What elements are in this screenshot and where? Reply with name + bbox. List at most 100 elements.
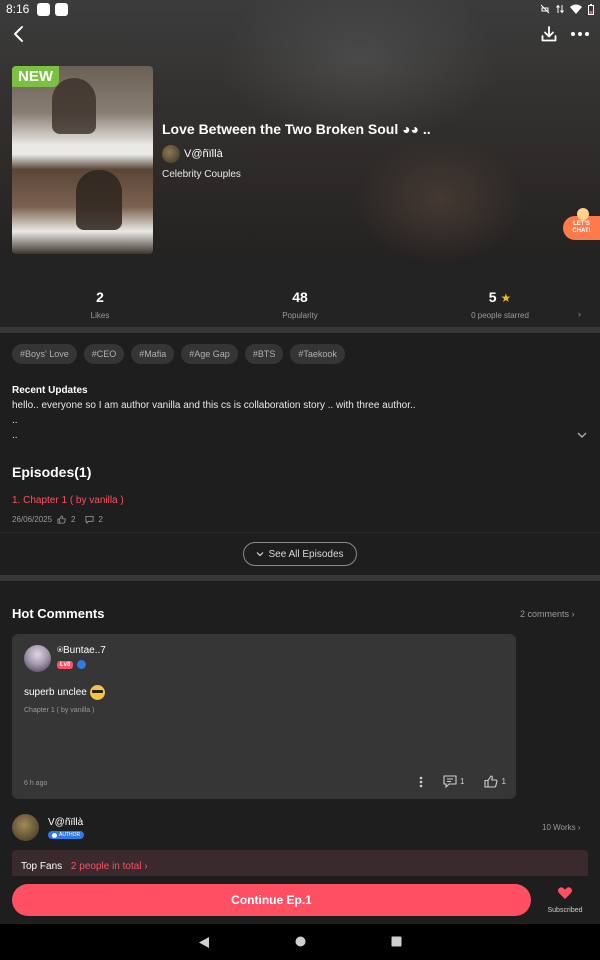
- popularity-label: Popularity: [282, 311, 318, 320]
- continue-reading-button[interactable]: Continue Ep.1: [12, 884, 531, 916]
- system-navigation-bar: [0, 924, 600, 960]
- like-icon: [57, 515, 66, 524]
- comment-text: superb unclee: [24, 685, 105, 700]
- bottom-action-bar: Continue Ep.1 Subscribed: [0, 876, 600, 924]
- like-count: 1: [501, 777, 506, 786]
- top-fans-label: Top Fans: [21, 861, 63, 872]
- author-badge: AUTHOR: [48, 831, 85, 839]
- comment-icon: [84, 515, 94, 524]
- status-bar: 8:16: [0, 0, 600, 18]
- chevron-right-icon[interactable]: ›: [578, 309, 581, 319]
- notification-icon: [37, 2, 51, 16]
- hot-comments-title: Hot Comments: [12, 606, 105, 621]
- level-badge: Lv8: [57, 660, 74, 669]
- author-avatar: [162, 145, 180, 163]
- new-badge: NEW: [12, 66, 59, 87]
- author-name: V@ñïllà: [184, 148, 223, 160]
- likes-value: 2: [96, 289, 104, 305]
- recent-updates-title: Recent Updates: [12, 385, 88, 396]
- author-badge-label: AUTHOR: [59, 832, 81, 838]
- chevron-right-icon: ›: [577, 823, 581, 832]
- top-fans-link-label: 2 people in total: [70, 861, 142, 872]
- download-icon[interactable]: [539, 24, 559, 44]
- wifi-icon: [570, 4, 582, 14]
- tag-chip[interactable]: #Age Gap: [181, 344, 238, 364]
- chat-mascot-icon: [577, 208, 589, 220]
- reply-button[interactable]: 1: [443, 775, 464, 788]
- episode-date: 26/06/2025: [12, 515, 53, 524]
- commenter-badges: Lv8: [57, 660, 87, 669]
- verified-icon: [52, 832, 57, 838]
- comment-chapter[interactable]: Chapter 1 ( by vanilla ): [24, 707, 94, 714]
- comments-count-label: 2 comments: [520, 609, 570, 619]
- commenter-name[interactable]: ⍟Buntae..7: [57, 645, 106, 656]
- see-all-label: See All Episodes: [268, 548, 344, 560]
- chat-label-line1: LET'S: [573, 221, 590, 227]
- rating-stat[interactable]: 5 ★ 0 people starred: [440, 289, 560, 320]
- like-button[interactable]: 1: [484, 775, 506, 788]
- header-toolbar: [0, 24, 600, 46]
- back-triangle-icon[interactable]: [198, 936, 210, 949]
- works-label: 10 Works: [542, 823, 576, 832]
- star-icon: ★: [500, 291, 512, 305]
- chevron-right-icon: ›: [571, 609, 575, 619]
- episodes-title: Episodes(1): [12, 464, 92, 480]
- reply-count: 1: [460, 777, 465, 786]
- system-icons: [540, 3, 594, 15]
- lets-chat-button[interactable]: LET'S CHAT!: [563, 208, 600, 240]
- story-category[interactable]: Celebrity Couples: [162, 169, 241, 180]
- commenter-avatar[interactable]: [24, 645, 51, 672]
- more-options-icon[interactable]: [569, 24, 591, 44]
- subscribe-button[interactable]: Subscribed: [542, 886, 588, 914]
- more-vertical-icon[interactable]: [419, 776, 423, 788]
- verified-icon: [77, 660, 87, 669]
- cover-image[interactable]: NEW: [12, 66, 153, 254]
- tag-chip[interactable]: #CEO: [83, 344, 125, 364]
- battery-icon: [588, 3, 594, 15]
- update-line: ..: [12, 415, 18, 426]
- popularity-stat: 48 Popularity: [240, 289, 360, 320]
- likes-stat: 2 Likes: [40, 289, 160, 320]
- chevron-down-icon: [257, 552, 264, 557]
- top-fans-link[interactable]: 2 people in total ›: [71, 861, 148, 872]
- episode-meta: 26/06/2025 2 2: [12, 515, 103, 524]
- author-link[interactable]: V@ñïllà: [162, 145, 223, 163]
- works-link[interactable]: 10 Works ›: [542, 823, 581, 832]
- author-avatar[interactable]: [12, 814, 39, 841]
- comment-card[interactable]: ⍟Buntae..7 Lv8 superb unclee Chapter 1 (…: [12, 634, 516, 799]
- tag-list: #Boys' Love #CEO #Mafia #Age Gap #BTS #Taekoo…: [12, 344, 345, 364]
- heart-icon: [558, 887, 572, 899]
- tag-chip[interactable]: #BTS: [244, 344, 284, 364]
- back-arrow-icon[interactable]: [10, 24, 30, 44]
- chevron-down-icon[interactable]: [576, 430, 588, 440]
- comments-count-link[interactable]: 2 comments ›: [520, 609, 575, 619]
- cover-figure-top: [52, 78, 96, 134]
- sunglasses-emoji-icon: [89, 685, 105, 700]
- episode-like-count: 2: [71, 515, 76, 524]
- tag-chip[interactable]: #Mafia: [131, 344, 175, 364]
- home-circle-icon[interactable]: [295, 936, 306, 947]
- episode-comment-count: 2: [98, 515, 103, 524]
- comment-body: superb unclee: [24, 687, 87, 698]
- update-line: hello.. everyone so I am author vanilla …: [12, 400, 416, 411]
- notification-icon: [55, 2, 69, 16]
- tag-chip[interactable]: #Boys' Love: [12, 344, 77, 364]
- story-header: NEW Love Between the Two Broken Soul ◕◕ …: [0, 0, 600, 263]
- subscribed-label: Subscribed: [547, 907, 583, 914]
- rating-label: 0 people starred: [471, 311, 529, 320]
- chat-label-line2: CHAT!: [572, 228, 591, 234]
- tag-chip[interactable]: #Taekook: [290, 344, 345, 364]
- rating-value: 5: [488, 289, 497, 305]
- see-all-episodes-button[interactable]: See All Episodes: [243, 542, 357, 566]
- episode-item-title[interactable]: 1. Chapter 1 ( by vanilla ): [12, 495, 124, 506]
- status-time: 8:16: [6, 2, 30, 16]
- author-name[interactable]: V@ñïllà: [48, 817, 83, 828]
- data-arrows-icon: [556, 4, 564, 14]
- update-line: ..: [12, 430, 18, 441]
- episode-divider: [0, 532, 600, 533]
- comment-actions: 1 1: [419, 775, 506, 788]
- popularity-value: 48: [292, 289, 308, 305]
- recents-square-icon[interactable]: [391, 936, 402, 947]
- cover-figure-bottom: [76, 170, 122, 230]
- section-divider: [0, 327, 600, 333]
